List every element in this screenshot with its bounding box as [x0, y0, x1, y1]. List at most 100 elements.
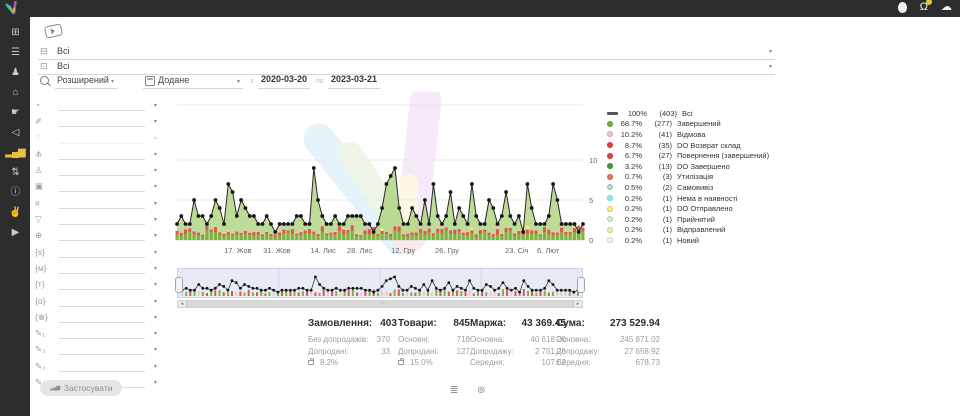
navigator-left-handle[interactable]	[175, 277, 183, 293]
navigator-mini-chart	[178, 269, 582, 297]
search-icon[interactable]	[40, 76, 49, 85]
cloud-sync-icon[interactable]: ☁	[941, 2, 952, 13]
filter-row: ✎₃ ▾	[35, 360, 159, 373]
legend-item[interactable]: 0.2% (1) Новий	[607, 235, 769, 246]
list-view-icon[interactable]: ≣	[450, 385, 458, 396]
sidebar-item[interactable]: ▂▄▆	[0, 147, 30, 159]
filter-input[interactable]	[59, 164, 145, 176]
chevron-down-icon[interactable]: ▾	[154, 118, 157, 125]
filter-input[interactable]	[59, 229, 145, 241]
legend-item[interactable]: 0.2% (1) Нема в наявності	[607, 193, 769, 204]
filter-input[interactable]	[59, 148, 145, 160]
signature-filter-icon: ✐	[35, 116, 53, 127]
filter-input[interactable]	[59, 327, 145, 339]
chevron-down-icon[interactable]: ▾	[154, 330, 157, 337]
stats-products-title: Товари:	[398, 318, 437, 329]
filter-input[interactable]	[59, 343, 145, 355]
filter-input[interactable]	[59, 99, 145, 111]
chevron-down-icon[interactable]: ▾	[769, 63, 772, 70]
legend-item[interactable]: 100% (403) Всі	[607, 108, 769, 119]
svg-text:5: 5	[589, 196, 593, 205]
filter-input[interactable]	[59, 278, 145, 290]
chevron-down-icon[interactable]: ▾	[154, 135, 157, 142]
sidebar-item[interactable]: ⇅	[0, 167, 30, 179]
stats-sub-label: Основна:	[556, 334, 620, 346]
sidebar-item[interactable]: ◁	[0, 127, 30, 139]
sidebar-item[interactable]: ✌	[0, 207, 30, 219]
chevron-down-icon[interactable]: ▾	[154, 102, 157, 109]
filter-input[interactable]	[59, 132, 145, 144]
legend-item[interactable]: 0.2% (1) Відправлений	[607, 225, 769, 236]
filter-input[interactable]	[59, 115, 145, 127]
scrollbar-thumb[interactable]: ⋯	[186, 301, 574, 307]
funnel-filter-icon: ▽	[35, 214, 53, 225]
filter-input[interactable]	[59, 246, 145, 258]
chevron-down-icon[interactable]: ▾	[154, 281, 157, 288]
legend-item[interactable]: 8.7% (35) DO Возврат склад	[607, 140, 769, 151]
date-to-input[interactable]: 2023-03-21	[328, 74, 380, 89]
chevron-down-icon: ▾	[111, 78, 114, 85]
filter-input[interactable]	[59, 311, 145, 323]
sidebar-item[interactable]: ☛	[0, 107, 30, 119]
products-filter-row[interactable]: ⊡ Всі ▾	[38, 60, 775, 75]
filter-input[interactable]	[59, 262, 145, 274]
chevron-down-icon[interactable]: ▾	[154, 298, 157, 305]
stats-products-value: 845	[453, 318, 470, 329]
legend-item[interactable]: 0.2% (1) DO Отправлено	[607, 203, 769, 214]
navigator-right-handle[interactable]	[577, 277, 585, 293]
date-field-select[interactable]: Додане ▾	[143, 74, 243, 89]
chevron-down-icon[interactable]: ▾	[154, 379, 157, 386]
sidebar-item[interactable]: ▶	[0, 227, 30, 239]
video-hint-icon[interactable]	[44, 23, 63, 38]
chevron-down-icon[interactable]: ▾	[769, 48, 772, 55]
filter-input[interactable]	[59, 197, 145, 209]
product-view-icon[interactable]: ⊚	[477, 385, 485, 396]
chevron-down-icon[interactable]: ▾	[154, 200, 157, 207]
notifications-bell-icon[interactable]: Ω	[920, 2, 928, 13]
filter-input[interactable]	[59, 180, 145, 192]
chevron-down-icon[interactable]: ▾	[154, 183, 157, 190]
filter-row: ▽ ▾	[35, 213, 159, 226]
brand-logo[interactable]	[4, 1, 21, 16]
filter-input[interactable]	[59, 360, 145, 372]
legend-item[interactable]: 0.2% (1) Прийнятий	[607, 214, 769, 225]
chevron-down-icon[interactable]: ▾	[154, 265, 157, 272]
legend-percent: 3.2%	[617, 162, 642, 171]
chart-scrollbar[interactable]: ◂ ⋯ ▸	[177, 300, 583, 308]
sidebar-item[interactable]: ♟	[0, 67, 30, 79]
stats-sub-label: Допродажу:	[556, 346, 624, 358]
filter-input[interactable]	[59, 213, 145, 225]
legend-item[interactable]: 10.2% (41) Відмова	[607, 129, 769, 140]
chevron-down-icon[interactable]: ▾	[154, 216, 157, 223]
chevron-down-icon[interactable]: ▾	[154, 151, 157, 158]
user-avatar-icon[interactable]	[898, 2, 907, 13]
turnover-filter-icon: ◔	[35, 100, 53, 110]
chevron-down-icon[interactable]: ▾	[154, 346, 157, 353]
sidebar-item[interactable]: ⊞	[0, 27, 30, 39]
chevron-down-icon[interactable]: ▾	[154, 249, 157, 256]
chevron-down-icon[interactable]: ▾	[154, 314, 157, 321]
filter-input[interactable]	[59, 295, 145, 307]
legend-item[interactable]: 68.7% (277) Завершений	[607, 119, 769, 130]
chevron-down-icon[interactable]: ▾	[154, 232, 157, 239]
stats-sub-row: Без допродажів: 370	[308, 334, 390, 346]
date-from-input[interactable]: 2020-03-20	[258, 74, 310, 89]
apply-button[interactable]: ▂▄▆ Застосувати	[40, 380, 122, 396]
statuses-filter-row[interactable]: ⊟ Всі ▾	[38, 45, 775, 60]
legend-item[interactable]: 3.2% (13) DO Завершено	[607, 161, 769, 172]
token-o-filter-icon: {о}	[35, 296, 53, 306]
chevron-down-icon[interactable]: ▾	[154, 167, 157, 174]
search-mode-select[interactable]: Розширений ▾	[55, 74, 117, 89]
sidebar-item[interactable]: ⌂	[0, 87, 30, 99]
app-root: Ω ☁ ⊞ ☰ ♟ ⌂ ☛ ◁	[0, 0, 960, 416]
legend-item[interactable]: 0.7% (3) Утилізація	[607, 172, 769, 183]
legend-item[interactable]: 0.5% (2) Самовивіз	[607, 182, 769, 193]
sidebar-item[interactable]: ☰	[0, 47, 30, 59]
scroll-right-icon[interactable]: ▸	[574, 301, 582, 307]
chart-navigator[interactable]	[177, 268, 583, 298]
legend-item[interactable]: 6.7% (27) Повернення (завершений)	[607, 150, 769, 161]
sidebar-item[interactable]: ⓘ	[0, 187, 30, 199]
scroll-left-icon[interactable]: ◂	[178, 301, 186, 307]
support-icon: ✌	[9, 207, 20, 218]
chevron-down-icon[interactable]: ▾	[154, 363, 157, 370]
